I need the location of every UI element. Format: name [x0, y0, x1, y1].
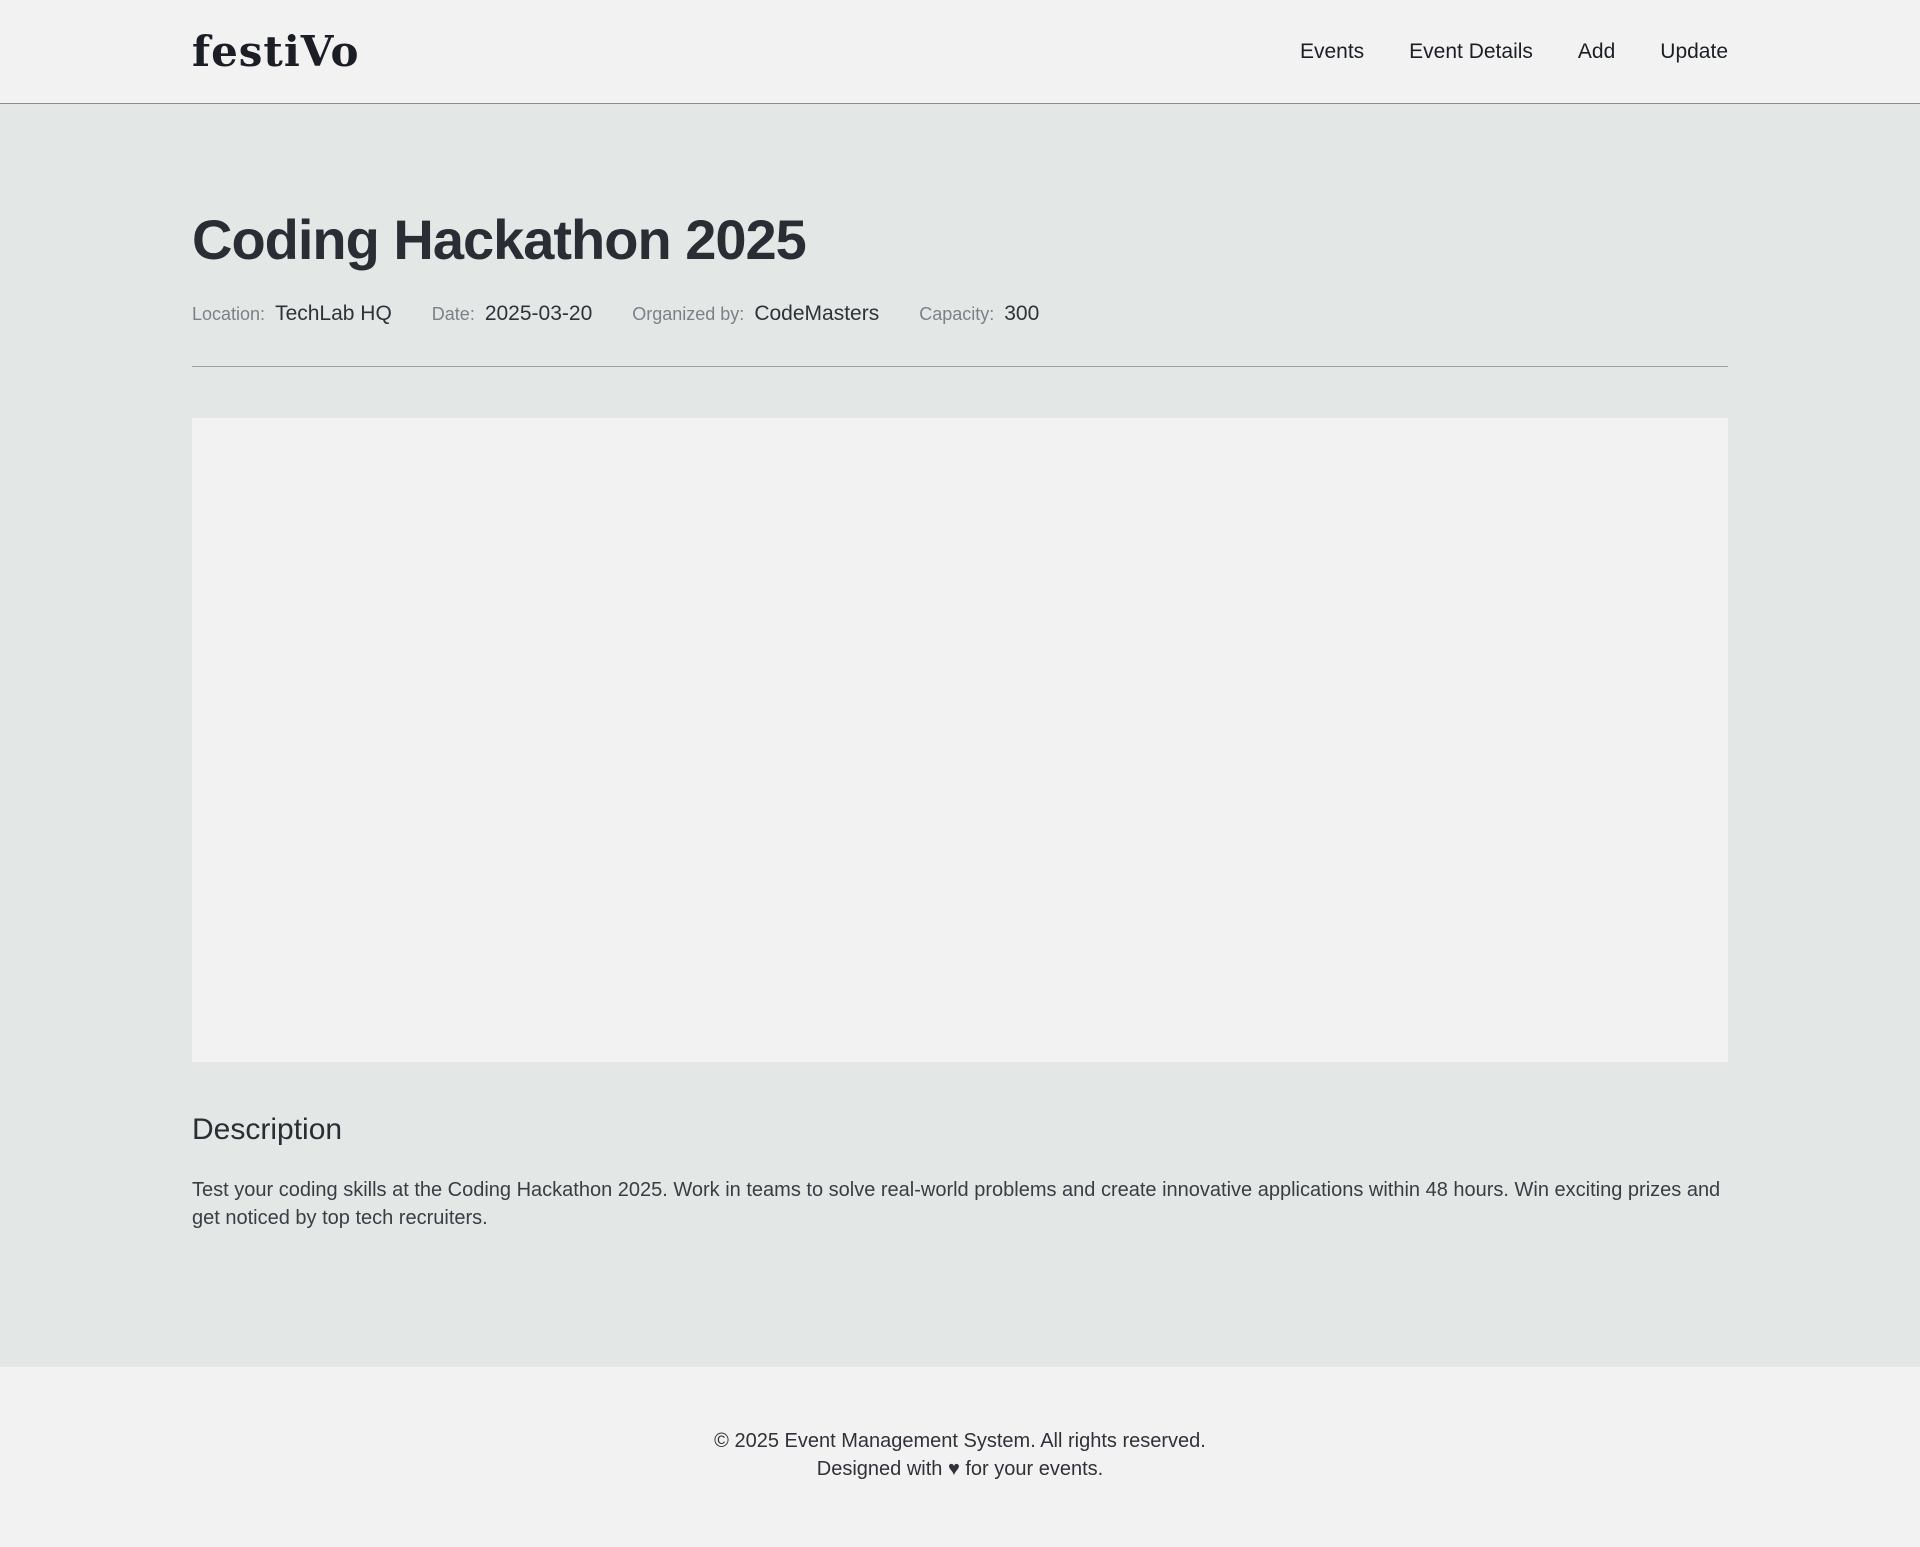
- meta-organizer-value: CodeMasters: [754, 302, 880, 325]
- main-nav: Events Event Details Add Update: [1300, 40, 1728, 64]
- nav-link-events[interactable]: Events: [1300, 40, 1364, 64]
- meta-location-value: TechLab HQ: [275, 302, 392, 325]
- meta-capacity-label: Capacity:: [919, 304, 995, 324]
- nav-link-update[interactable]: Update: [1660, 40, 1728, 64]
- meta-location-label: Location:: [192, 304, 266, 324]
- meta-capacity-value: 300: [1004, 302, 1040, 325]
- section-divider: [192, 366, 1728, 367]
- content-container: Coding Hackathon 2025 Location: TechLab …: [192, 208, 1728, 1232]
- site-header: festiVo Events Event Details Add Update: [0, 0, 1920, 104]
- site-footer: © 2025 Event Management System. All righ…: [0, 1367, 1920, 1547]
- brand-logo[interactable]: festiVo: [192, 30, 360, 73]
- header-inner: festiVo Events Event Details Add Update: [192, 0, 1728, 103]
- nav-link-event-details[interactable]: Event Details: [1409, 40, 1533, 64]
- description-text: Test your coding skills at the Coding Ha…: [192, 1179, 1721, 1229]
- event-meta: Location: TechLab HQ Date: 2025-03-20 Or…: [192, 302, 1728, 326]
- meta-location: Location: TechLab HQ: [192, 302, 392, 326]
- meta-organizer: Organized by: CodeMasters: [632, 302, 879, 326]
- meta-date: Date: 2025-03-20: [432, 302, 592, 326]
- meta-capacity: Capacity: 300: [919, 302, 1039, 326]
- meta-date-value: 2025-03-20: [484, 302, 593, 325]
- nav-link-add[interactable]: Add: [1578, 40, 1615, 64]
- event-details-main: Coding Hackathon 2025 Location: TechLab …: [0, 104, 1920, 1367]
- meta-date-label: Date:: [431, 304, 475, 324]
- meta-organizer-label: Organized by:: [632, 304, 745, 324]
- event-title: Coding Hackathon 2025: [192, 208, 807, 271]
- footer-tagline: Designed with ♥ for your events.: [816, 1458, 1104, 1480]
- event-image-placeholder: [192, 418, 1728, 1062]
- description-heading: Description: [192, 1113, 343, 1146]
- footer-copyright: © 2025 Event Management System. All righ…: [714, 1430, 1206, 1452]
